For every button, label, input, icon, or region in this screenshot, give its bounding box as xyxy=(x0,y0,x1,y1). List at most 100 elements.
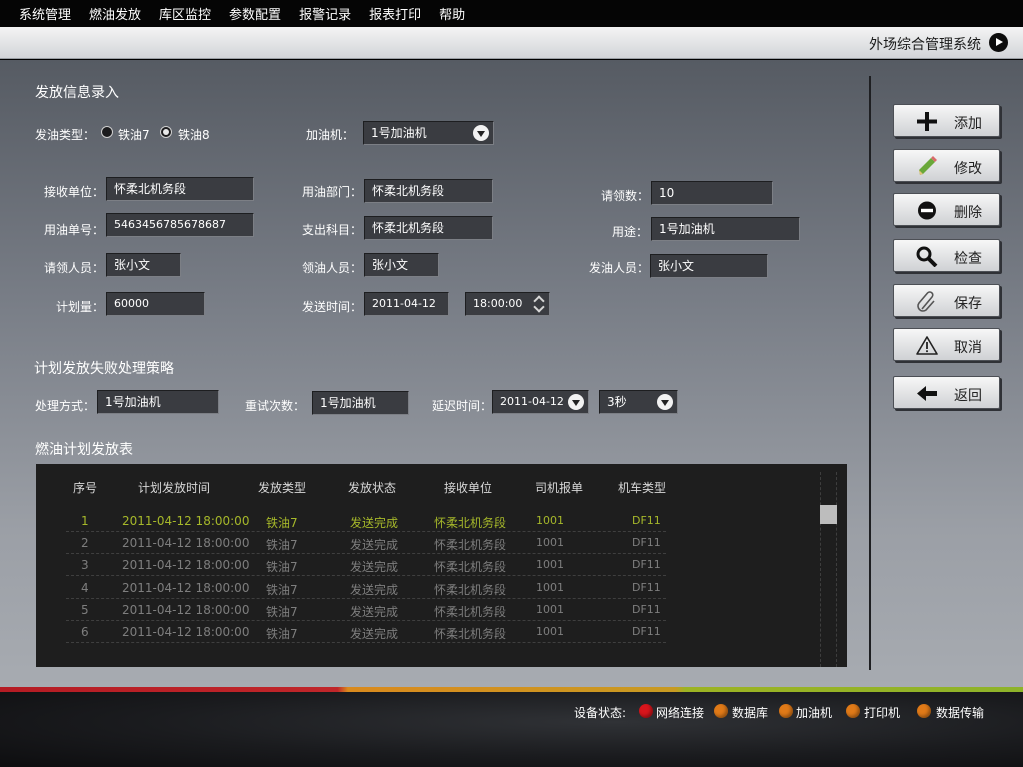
table-row[interactable]: 2 2011-04-12 18:00:00 铁油7 发送完成 怀柔北机务段 10… xyxy=(66,532,666,554)
cell-unit: 怀柔北机务段 xyxy=(434,605,507,619)
request-count-field[interactable]: 10 xyxy=(651,181,773,205)
database-status-icon xyxy=(714,704,728,718)
table-header-type: 发放类型 xyxy=(258,481,307,495)
table-scroll-thumb[interactable] xyxy=(820,505,837,524)
check-button[interactable]: 检查 xyxy=(893,239,1000,272)
spin-down-icon[interactable] xyxy=(534,305,545,313)
table-header-unit: 接收单位 xyxy=(444,481,493,495)
app-title: 外场综合管理系统 xyxy=(869,37,981,53)
table-header-plan-time: 计划发放时间 xyxy=(138,481,211,495)
cell-unit: 怀柔北机务段 xyxy=(434,516,507,530)
chevron-down-icon[interactable] xyxy=(657,394,673,410)
back-button[interactable]: 返回 xyxy=(893,376,1000,409)
delay-seconds-value: 3秒 xyxy=(607,395,627,409)
chevron-down-icon[interactable] xyxy=(473,125,489,141)
retry-field[interactable]: 1号加油机 xyxy=(312,391,409,415)
radio-oil8[interactable] xyxy=(160,126,172,138)
device-status-label: 设备状态: xyxy=(574,706,627,720)
table-row[interactable]: 1 2011-04-12 18:00:00 铁油7 发送完成 怀柔北机务段 10… xyxy=(66,510,666,532)
menu-depot-monitor[interactable]: 库区监控 xyxy=(159,4,211,23)
menu-fuel-dispense[interactable]: 燃油发放 xyxy=(89,4,141,23)
cell-driver-report: 1001 xyxy=(536,514,564,527)
table-row[interactable]: 3 2011-04-12 18:00:00 铁油7 发送完成 怀柔北机务段 10… xyxy=(66,554,666,576)
radio-oil7[interactable] xyxy=(101,126,113,138)
cell-unit: 怀柔北机务段 xyxy=(434,560,507,574)
cell-type: 铁油7 xyxy=(266,560,298,574)
check-button-label: 检查 xyxy=(954,251,982,267)
edit-button[interactable]: 修改 xyxy=(893,149,1000,182)
cell-loco-type: DF11 xyxy=(632,581,661,594)
section-title-entry: 发放信息录入 xyxy=(35,85,119,101)
cell-plan-time: 2011-04-12 18:00:00 xyxy=(122,625,250,639)
delay-date-value: 2011-04-12 xyxy=(500,395,564,408)
request-count-label: 请领数： xyxy=(601,189,650,203)
save-button-label: 保存 xyxy=(954,296,982,312)
spinner-arrows[interactable] xyxy=(533,295,547,313)
paperclip-icon xyxy=(917,291,935,312)
add-button[interactable]: 添加 xyxy=(893,104,1000,137)
table-row[interactable]: 4 2011-04-12 18:00:00 铁油7 发送完成 怀柔北机务段 10… xyxy=(66,577,666,599)
cell-status: 发送完成 xyxy=(350,627,399,641)
oil-dept-field[interactable]: 怀柔北机务段 xyxy=(364,179,493,203)
cell-index: 1 xyxy=(81,514,89,528)
cell-index: 5 xyxy=(81,603,89,617)
send-time-spinner[interactable]: 18:00:00 xyxy=(465,292,550,316)
cell-status: 发送完成 xyxy=(350,583,399,597)
table-row[interactable]: 6 2011-04-12 18:00:00 铁油7 发送完成 怀柔北机务段 10… xyxy=(66,621,666,643)
play-icon[interactable] xyxy=(989,33,1008,52)
cancel-button[interactable]: 取消 xyxy=(893,328,1000,361)
dispense-table: 序号 计划发放时间 发放类型 发放状态 接收单位 司机报单 机车类型 1 201… xyxy=(36,464,847,667)
warning-icon xyxy=(916,336,938,355)
send-date-field[interactable]: 2011-04-12 xyxy=(364,292,449,316)
oil-no-field[interactable]: 5463456785678687 xyxy=(106,213,254,237)
delay-seconds-select[interactable]: 3秒 xyxy=(599,390,678,414)
section-title-table: 燃油计划发放表 xyxy=(35,442,133,458)
plan-amount-field[interactable]: 60000 xyxy=(106,292,205,316)
cell-plan-time: 2011-04-12 18:00:00 xyxy=(122,514,250,528)
cell-plan-time: 2011-04-12 18:00:00 xyxy=(122,581,250,595)
requester-field[interactable]: 张小文 xyxy=(106,253,181,277)
back-button-label: 返回 xyxy=(954,388,982,404)
cell-status: 发送完成 xyxy=(350,516,399,530)
cell-unit: 怀柔北机务段 xyxy=(434,538,507,552)
table-row[interactable]: 5 2011-04-12 18:00:00 铁油7 发送完成 怀柔北机务段 10… xyxy=(66,599,666,621)
purpose-field[interactable]: 1号加油机 xyxy=(651,217,800,241)
send-time-value: 18:00:00 xyxy=(473,297,523,310)
add-button-label: 添加 xyxy=(954,116,982,132)
receive-unit-field[interactable]: 怀柔北机务段 xyxy=(106,177,254,201)
table-scrollbar[interactable] xyxy=(820,472,837,667)
arrow-left-icon xyxy=(917,386,937,401)
edit-button-label: 修改 xyxy=(954,161,982,177)
receiver-field[interactable]: 张小文 xyxy=(364,253,439,277)
save-button[interactable]: 保存 xyxy=(893,284,1000,317)
delay-date-select[interactable]: 2011-04-12 xyxy=(492,390,589,414)
menu-alarm-log[interactable]: 报警记录 xyxy=(299,4,351,23)
menu-bar: 系统管理 燃油发放 库区监控 参数配置 报警记录 报表打印 帮助 xyxy=(0,0,1023,27)
expense-item-field[interactable]: 怀柔北机务段 xyxy=(364,216,493,240)
cell-driver-report: 1001 xyxy=(536,581,564,594)
cell-unit: 怀柔北机务段 xyxy=(434,583,507,597)
menu-help[interactable]: 帮助 xyxy=(439,4,465,23)
magnifier-icon xyxy=(916,246,938,267)
table-header-status: 发放状态 xyxy=(348,481,397,495)
receiver-label: 领油人员： xyxy=(302,261,363,275)
delete-button-label: 删除 xyxy=(954,205,982,221)
issuer-field[interactable]: 张小文 xyxy=(650,254,768,278)
delete-button[interactable]: 删除 xyxy=(893,193,1000,226)
dispenser-select[interactable]: 1号加油机 xyxy=(363,121,494,145)
cell-status: 发送完成 xyxy=(350,560,399,574)
expense-item-label: 支出科目： xyxy=(302,223,363,237)
method-field[interactable]: 1号加油机 xyxy=(97,390,219,414)
cell-loco-type: DF11 xyxy=(632,603,661,616)
menu-report-print[interactable]: 报表打印 xyxy=(369,4,421,23)
menu-param-config[interactable]: 参数配置 xyxy=(229,4,281,23)
data-transfer-status-text: 数据传输 xyxy=(936,706,985,720)
network-status-icon xyxy=(639,704,653,718)
cell-type: 铁油7 xyxy=(266,516,298,530)
cell-type: 铁油7 xyxy=(266,605,298,619)
send-time-label: 发送时间： xyxy=(302,300,363,314)
dispenser-status-icon xyxy=(779,704,793,718)
chevron-down-icon[interactable] xyxy=(568,394,584,410)
delay-label: 延迟时间： xyxy=(432,399,493,413)
menu-system[interactable]: 系统管理 xyxy=(19,4,71,23)
